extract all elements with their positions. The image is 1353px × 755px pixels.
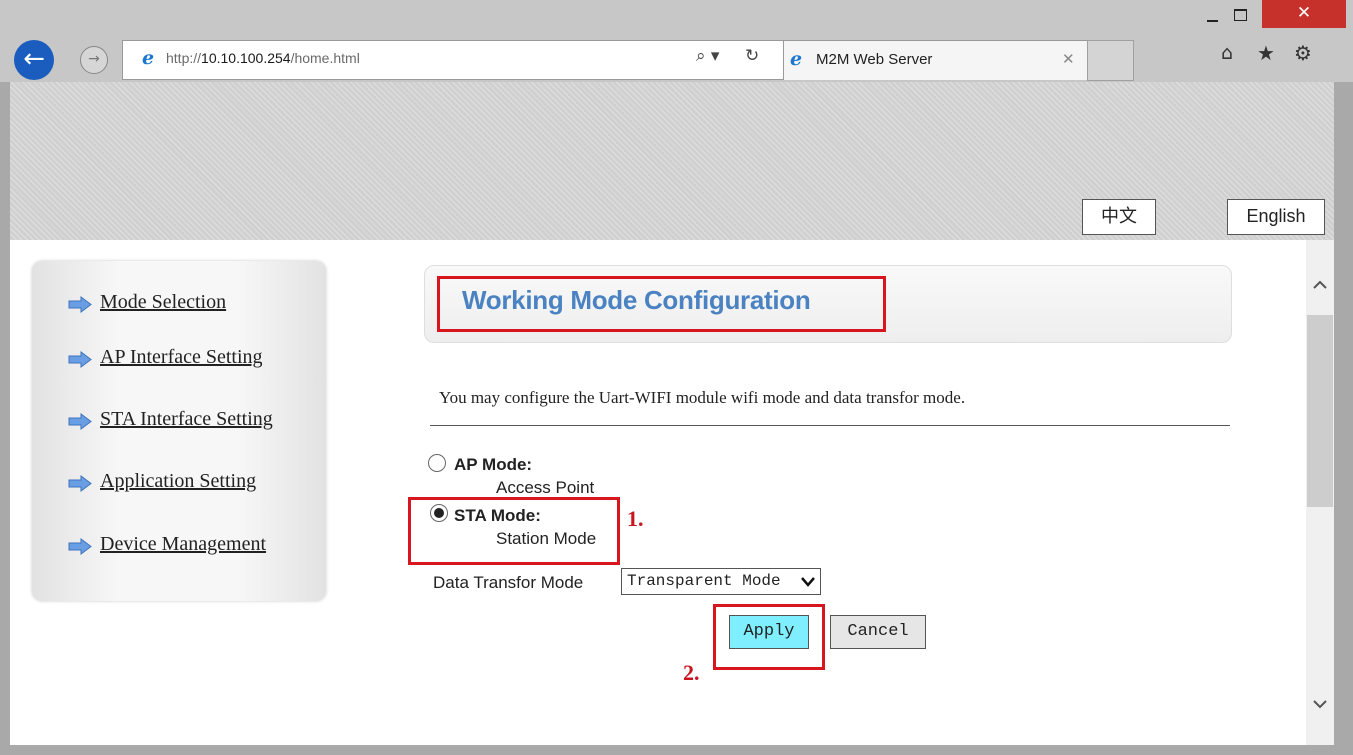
page-description: You may configure the Uart-WIFI module w… — [439, 388, 966, 407]
ap-mode-radio[interactable] — [428, 454, 446, 472]
url-host: 10.10.100.254 — [201, 50, 291, 66]
header-banner: 中文 English — [10, 82, 1334, 240]
search-dropdown-icon[interactable]: ⌕ ▾ — [696, 46, 719, 66]
scroll-up-icon[interactable] — [1306, 275, 1334, 299]
url-path: /home.html — [290, 50, 360, 66]
apply-highlight-box — [713, 604, 825, 670]
arrow-right-icon — [68, 475, 92, 492]
chevron-down-icon — [1313, 700, 1327, 709]
sta-mode-highlight-box — [408, 497, 620, 565]
ie-tab-icon: e — [790, 48, 803, 70]
close-window-button[interactable]: ✕ — [1262, 0, 1346, 28]
new-tab-button[interactable] — [1087, 40, 1134, 81]
tab-close-icon[interactable]: ✕ — [1062, 50, 1075, 68]
forward-arrow-icon: → — [88, 51, 100, 67]
back-arrow-icon: ← — [23, 44, 45, 74]
ap-mode-label: AP Mode: — [454, 455, 533, 474]
url-scheme: http:// — [166, 50, 202, 66]
refresh-icon[interactable]: ↻ — [745, 46, 759, 66]
sidebar-item-label: STA Interface Setting — [100, 408, 273, 430]
ie-icon: e — [142, 47, 155, 69]
sidebar-item-label: Mode Selection — [100, 291, 227, 313]
sidebar-menu: Mode Selection AP Interface Setting STA … — [32, 261, 326, 601]
address-url[interactable]: http://10.10.100.254/home.html — [166, 50, 360, 66]
content-area: Mode Selection AP Interface Setting STA … — [10, 240, 1334, 745]
tab-title: M2M Web Server — [816, 51, 933, 68]
cancel-button[interactable]: Cancel — [830, 615, 926, 649]
sidebar-item-label: Application Setting — [100, 470, 257, 492]
step-2-label: 2. — [683, 660, 700, 685]
chinese-language-button[interactable]: 中文 — [1082, 199, 1156, 235]
chevron-down-icon — [799, 569, 817, 601]
title-highlight-box — [437, 276, 886, 332]
maximize-button[interactable] — [1230, 4, 1252, 24]
select-value: Transparent Mode — [627, 572, 781, 590]
step-1-label: 1. — [627, 506, 644, 531]
divider — [430, 425, 1230, 426]
browser-chrome: ✕ ← → e http://10.10.100.254/home.html ⌕… — [0, 0, 1353, 82]
settings-gear-icon[interactable]: ⚙ — [1294, 41, 1312, 65]
home-icon[interactable]: ⌂ — [1221, 42, 1233, 64]
arrow-right-icon — [68, 296, 92, 313]
ap-mode-sublabel: Access Point — [496, 478, 595, 497]
forward-button[interactable]: → — [80, 46, 108, 74]
chevron-up-icon — [1313, 280, 1327, 289]
scroll-down-icon[interactable] — [1306, 694, 1334, 718]
data-transfor-mode-select[interactable]: Transparent Mode — [621, 568, 821, 595]
favorites-star-icon[interactable]: ★ — [1257, 41, 1275, 65]
arrow-right-icon — [68, 538, 92, 555]
back-button[interactable]: ← — [14, 40, 54, 80]
sidebar-item-label: Device Management — [100, 533, 267, 555]
vertical-scrollbar[interactable] — [1306, 240, 1334, 745]
arrow-right-icon — [68, 413, 92, 430]
scrollbar-thumb[interactable] — [1307, 315, 1333, 507]
english-language-button[interactable]: English — [1227, 199, 1325, 235]
sidebar-item-label: AP Interface Setting — [100, 346, 263, 368]
minimize-button[interactable] — [1205, 6, 1221, 26]
arrow-right-icon — [68, 351, 92, 368]
page-viewport: 中文 English Mode Selection AP Interface S… — [10, 82, 1334, 745]
chevron-down-icon-svg — [801, 577, 815, 587]
data-transfor-mode-label: Data Transfor Mode — [433, 573, 584, 592]
close-icon: ✕ — [1296, 3, 1312, 23]
